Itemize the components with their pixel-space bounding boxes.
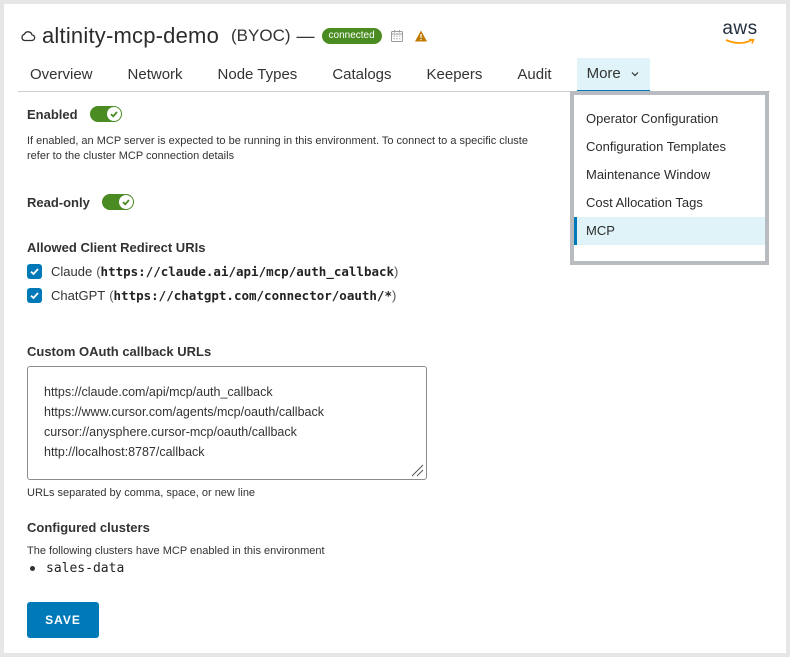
menu-item-mcp[interactable]: MCP xyxy=(574,217,765,245)
tab-network[interactable]: Network xyxy=(116,58,195,92)
menu-item-configuration-templates[interactable]: Configuration Templates xyxy=(574,133,765,161)
tab-overview[interactable]: Overview xyxy=(18,58,105,92)
title-separator: — xyxy=(296,25,315,46)
tab-more-label: More xyxy=(586,65,621,82)
status-badge: connected xyxy=(321,28,382,44)
tab-audit[interactable]: Audit xyxy=(505,58,563,92)
chevron-down-icon xyxy=(630,69,640,79)
page-header: altinity-mcp-demo (BYOC) — connected xyxy=(20,20,428,52)
custom-oauth-textarea[interactable]: https://claude.com/api/mcp/auth_callback… xyxy=(27,366,427,480)
readonly-toggle[interactable] xyxy=(101,194,134,210)
readonly-label: Read-only xyxy=(27,194,90,210)
redirect-name: ChatGPT xyxy=(51,288,106,303)
tab-catalogs[interactable]: Catalogs xyxy=(320,58,403,92)
save-button[interactable]: SAVE xyxy=(27,602,99,638)
environment-type: (BYOC) xyxy=(231,26,291,45)
redirect-name: Claude xyxy=(51,264,93,279)
textarea-line: cursor://anysphere.cursor-mcp/oauth/call… xyxy=(44,425,297,439)
claude-checkbox[interactable] xyxy=(27,264,42,279)
enabled-description: If enabled, an MCP server is expected to… xyxy=(27,135,528,162)
redirect-url: https://chatgpt.com/connector/oauth/* xyxy=(113,288,392,303)
enabled-toggle[interactable] xyxy=(89,106,122,122)
redirect-url: https://claude.ai/api/mcp/auth_callback xyxy=(100,264,395,279)
redirect-chatgpt: ChatGPT (https://chatgpt.com/connector/o… xyxy=(27,287,587,304)
clusters-label: Configured clusters xyxy=(27,520,150,535)
page-title: altinity-mcp-demo xyxy=(42,23,220,48)
textarea-line: https://claude.com/api/mcp/auth_callback xyxy=(44,385,273,399)
cluster-name: sales-data xyxy=(46,561,125,576)
mcp-settings-form: Enabled If enabled, an MCP server is exp… xyxy=(27,104,587,638)
warning-icon[interactable] xyxy=(414,29,428,43)
more-dropdown-menu: Operator Configuration Configuration Tem… xyxy=(570,91,769,265)
check-icon xyxy=(118,195,133,209)
textarea-line: http://localhost:8787/callback xyxy=(44,445,205,459)
cloud-icon xyxy=(20,28,36,44)
redirects-label: Allowed Client Redirect URIs xyxy=(27,240,206,255)
custom-oauth-hint: URLs separated by comma, space, or new l… xyxy=(27,487,256,499)
aws-logo-icon: aws xyxy=(722,19,758,48)
tab-keepers[interactable]: Keepers xyxy=(415,58,495,92)
menu-item-maintenance-window[interactable]: Maintenance Window xyxy=(574,161,765,189)
enabled-label: Enabled xyxy=(27,106,78,122)
chatgpt-checkbox[interactable] xyxy=(27,288,42,303)
calendar-icon[interactable] xyxy=(390,29,404,43)
list-item: sales-data xyxy=(27,561,587,576)
redirect-claude: Claude (https://claude.ai/api/mcp/auth_c… xyxy=(27,263,587,280)
check-icon xyxy=(106,107,121,121)
tab-more[interactable]: More xyxy=(576,58,650,92)
custom-oauth-label: Custom OAuth callback URLs xyxy=(27,344,212,359)
textarea-line: https://www.cursor.com/agents/mcp/oauth/… xyxy=(44,405,324,419)
menu-item-operator-configuration[interactable]: Operator Configuration xyxy=(574,105,765,133)
resize-handle-icon[interactable] xyxy=(410,463,424,477)
tab-bar: Overview Network Node Types Catalogs Kee… xyxy=(18,58,770,92)
window: altinity-mcp-demo (BYOC) — connected aws… xyxy=(4,4,786,653)
menu-item-cost-allocation-tags[interactable]: Cost Allocation Tags xyxy=(574,189,765,217)
tab-node-types[interactable]: Node Types xyxy=(206,58,310,92)
clusters-description: The following clusters have MCP enabled … xyxy=(27,545,325,557)
